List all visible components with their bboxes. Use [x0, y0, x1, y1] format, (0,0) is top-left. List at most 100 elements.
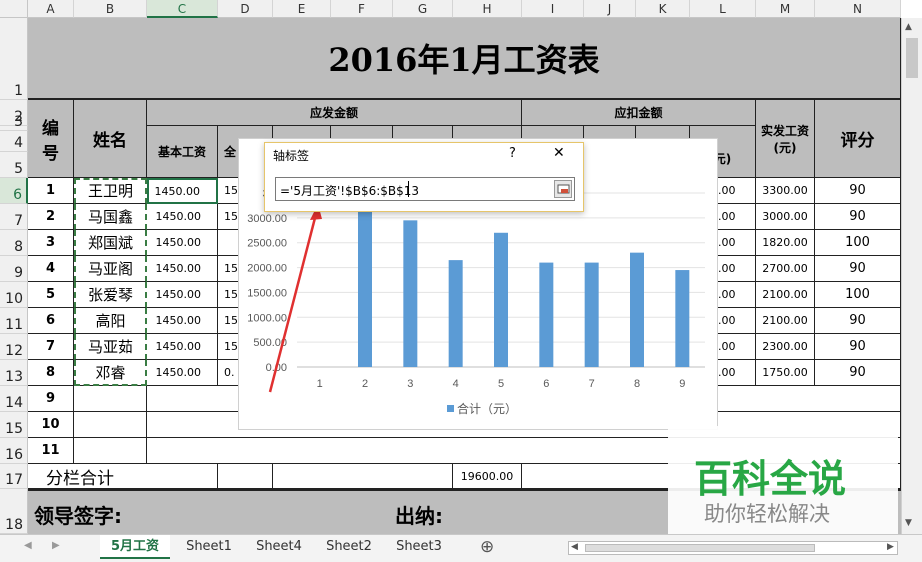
sheet-tab-2[interactable]: Sheet1 [178, 535, 240, 559]
row-header-5[interactable]: 5 [0, 152, 28, 178]
bar[interactable] [539, 262, 554, 367]
employee-name[interactable]: 马国鑫 [74, 204, 147, 230]
net-salary[interactable]: 2100.00 [756, 308, 815, 334]
sheet-tab-1[interactable]: 5月工资 [100, 535, 170, 559]
row-number[interactable]: 9 [28, 386, 74, 412]
column-header-l[interactable]: L [690, 0, 756, 18]
horizontal-scroll-thumb[interactable] [585, 544, 815, 552]
row-number[interactable]: 6 [28, 308, 74, 334]
column-header-b[interactable]: B [74, 0, 147, 18]
score[interactable]: 90 [815, 256, 901, 282]
row-number[interactable]: 11 [28, 438, 74, 464]
bar[interactable] [403, 220, 418, 367]
net-salary[interactable]: 2700.00 [756, 256, 815, 282]
vertical-scrollbar[interactable]: ▲ ▼ [901, 18, 922, 534]
bar[interactable] [448, 260, 463, 367]
column-header-a[interactable]: A [28, 0, 74, 18]
header-name[interactable]: 姓名 [74, 100, 147, 178]
net-salary[interactable]: 1750.00 [756, 360, 815, 386]
employee-name[interactable]: 邓睿 [74, 360, 147, 386]
employee-name[interactable]: 马亚阁 [74, 256, 147, 282]
subtotal-value[interactable]: 19600.00 [453, 464, 522, 489]
select-all-corner[interactable] [0, 0, 28, 18]
vertical-scroll-thumb[interactable] [906, 38, 918, 78]
employee-name[interactable]: 马亚茹 [74, 334, 147, 360]
subtotal-label[interactable]: 分栏合计 [28, 464, 218, 489]
row-header-1[interactable]: 1 [0, 18, 28, 100]
row-header-4[interactable]: 4 [0, 131, 28, 152]
row-number[interactable]: 2 [28, 204, 74, 230]
employee-name[interactable]: 王卫明 [74, 178, 147, 204]
column-header-k[interactable]: K [636, 0, 690, 18]
tab-scroll-right-icon[interactable]: ▶ [52, 540, 60, 551]
net-salary[interactable]: 3300.00 [756, 178, 815, 204]
base-salary[interactable]: 1450.00 [147, 308, 218, 334]
scroll-down-icon[interactable]: ▼ [905, 518, 912, 528]
hscroll-left-icon[interactable]: ◀ [571, 542, 578, 552]
base-salary[interactable]: 1450.00 [147, 256, 218, 282]
net-salary[interactable]: 2100.00 [756, 282, 815, 308]
row-header-18[interactable]: 18 [0, 489, 28, 534]
employee-name[interactable] [74, 412, 147, 438]
employee-name[interactable] [74, 438, 147, 464]
dialog-titlebar[interactable]: 轴标签 ? ✕ [265, 143, 583, 167]
net-salary[interactable]: 2300.00 [756, 334, 815, 360]
employee-name[interactable]: 郑国斌 [74, 230, 147, 256]
employee-name[interactable]: 张爱琴 [74, 282, 147, 308]
net-salary[interactable]: 3000.00 [756, 204, 815, 230]
score[interactable]: 90 [815, 178, 901, 204]
tab-scroll-left-icon[interactable]: ◀ [24, 540, 32, 551]
header-score[interactable]: 评分 [815, 100, 901, 178]
column-header-m[interactable]: M [756, 0, 815, 18]
score[interactable]: 90 [815, 360, 901, 386]
row-header-13[interactable]: 13 [0, 360, 28, 386]
close-icon[interactable]: ✕ [553, 145, 565, 161]
row-header-6[interactable]: 6 [0, 178, 28, 204]
row-number[interactable]: 5 [28, 282, 74, 308]
row-header-9[interactable]: 9 [0, 256, 28, 282]
header-net[interactable]: 实发工资 (元) [756, 100, 815, 178]
base-salary[interactable]: 1450.00 [147, 178, 218, 204]
header-base[interactable]: 基本工资 [147, 126, 218, 178]
score[interactable]: 90 [815, 334, 901, 360]
column-header-j[interactable]: J [584, 0, 636, 18]
base-salary[interactable]: 1450.00 [147, 230, 218, 256]
row-header-10[interactable]: 10 [0, 282, 28, 308]
base-salary[interactable]: 1450.00 [147, 282, 218, 308]
row-number[interactable]: 3 [28, 230, 74, 256]
row-header-7[interactable]: 7 [0, 204, 28, 230]
bar[interactable] [675, 270, 690, 367]
hscroll-right-icon[interactable]: ▶ [887, 542, 894, 552]
score[interactable]: 100 [815, 282, 901, 308]
row-header-8[interactable]: 8 [0, 230, 28, 256]
column-header-g[interactable]: G [393, 0, 453, 18]
net-salary[interactable]: 1820.00 [756, 230, 815, 256]
formula-input[interactable]: ='5月工资'!$B$6:$B$13 [275, 177, 575, 201]
row-header-12[interactable]: 12 [0, 334, 28, 360]
row-number[interactable]: 8 [28, 360, 74, 386]
add-sheet-icon[interactable]: ⊕ [480, 537, 494, 557]
column-header-c[interactable]: C [147, 0, 218, 18]
subtotal-d[interactable] [218, 464, 273, 489]
bar[interactable] [630, 252, 644, 367]
row-header-15[interactable]: 15 [0, 412, 28, 438]
base-salary[interactable]: 1450.00 [147, 334, 218, 360]
row-header-11[interactable]: 11 [0, 308, 28, 334]
header-deduct[interactable]: 应扣金额 [522, 100, 756, 126]
row-header-16[interactable]: 16 [0, 438, 28, 464]
score[interactable]: 90 [815, 204, 901, 230]
horizontal-scrollbar[interactable]: ◀ ▶ [568, 541, 898, 555]
column-header-e[interactable]: E [273, 0, 331, 18]
score[interactable]: 90 [815, 308, 901, 334]
row-header-17[interactable]: 17 [0, 464, 28, 489]
base-salary[interactable]: 1450.00 [147, 360, 218, 386]
employee-name[interactable] [74, 386, 147, 412]
header-number[interactable]: 编 号 [28, 100, 74, 178]
row-number[interactable]: 7 [28, 334, 74, 360]
base-salary[interactable]: 1450.00 [147, 204, 218, 230]
row-header-14[interactable]: 14 [0, 386, 28, 412]
subtotal-ef[interactable] [273, 464, 453, 489]
row-number[interactable]: 10 [28, 412, 74, 438]
column-header-f[interactable]: F [331, 0, 393, 18]
row-number[interactable]: 1 [28, 178, 74, 204]
